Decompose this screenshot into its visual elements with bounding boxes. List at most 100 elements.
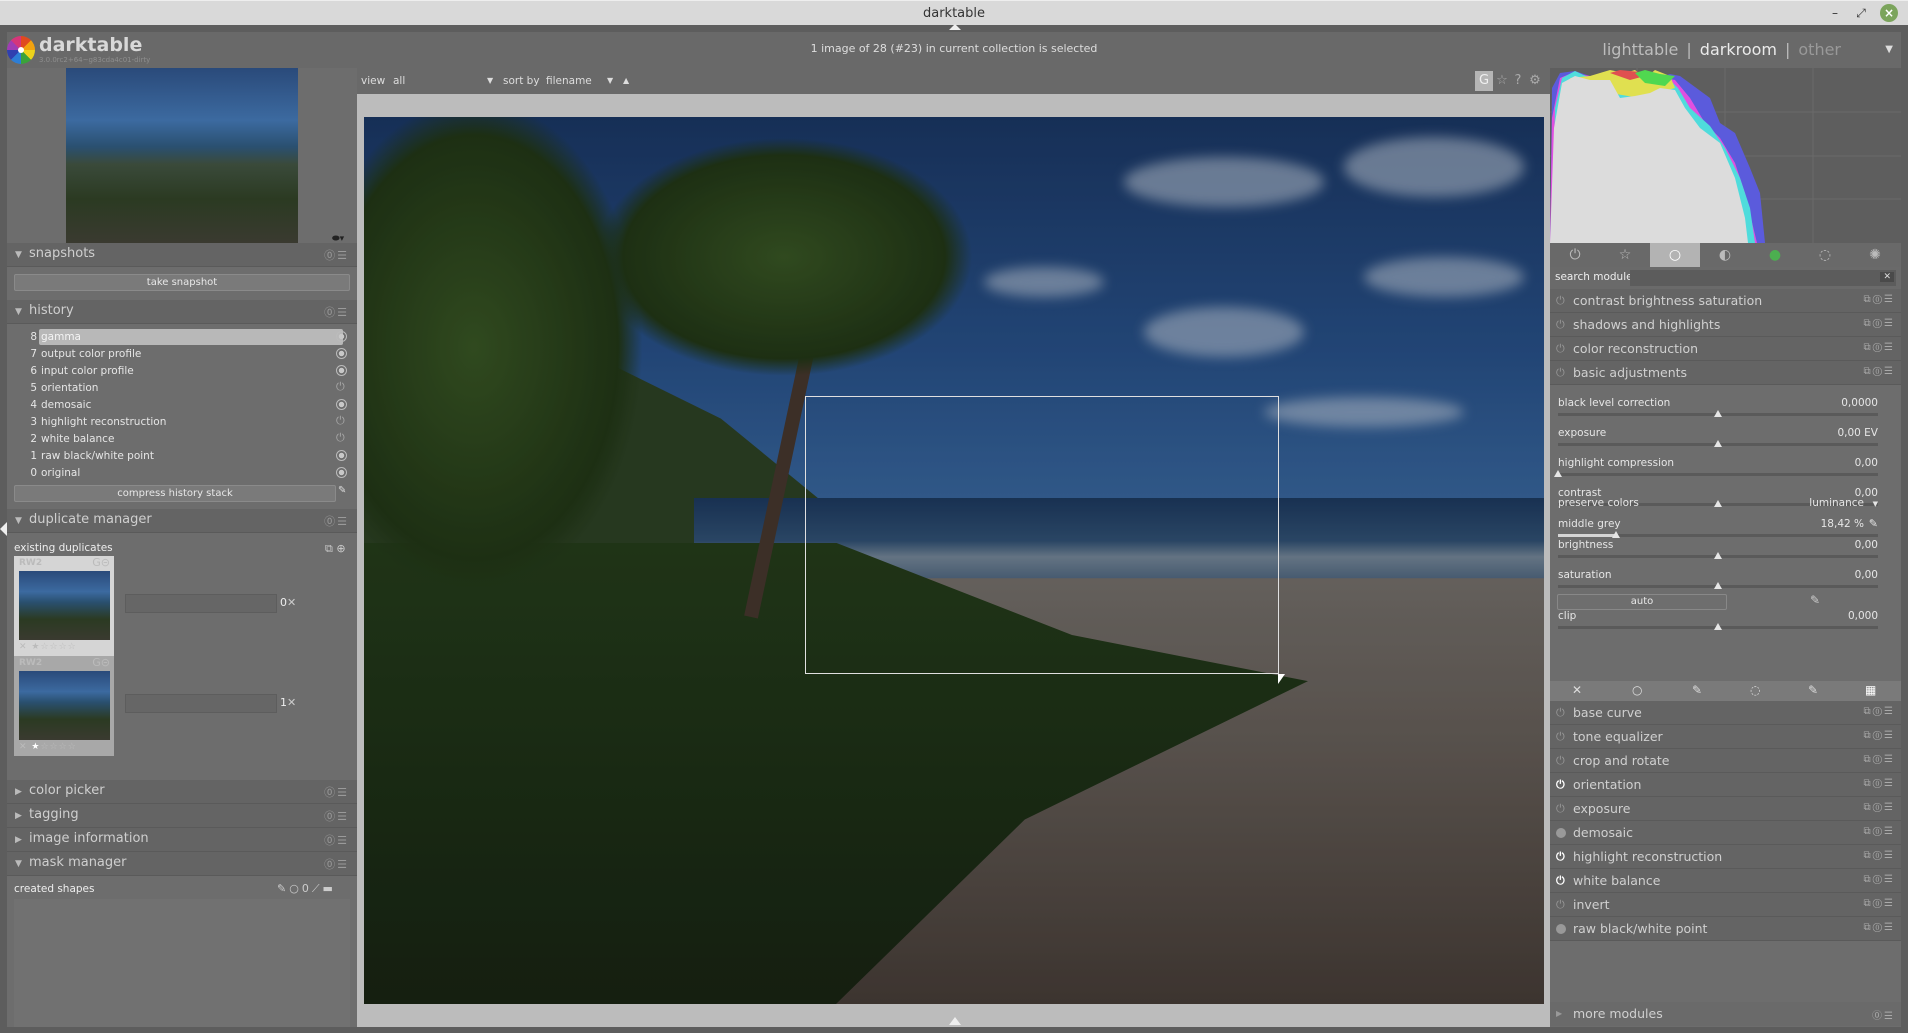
presets-icon[interactable]: ☰ — [1884, 802, 1895, 813]
reset-icon[interactable]: ⓪ — [1873, 874, 1884, 885]
module-header[interactable]: ⏻ contrast brightness saturation ⧉⓪☰ — [1550, 289, 1901, 313]
slider-marker[interactable] — [1714, 582, 1722, 589]
blend-parametric-mask-icon[interactable]: ◌ — [1750, 683, 1760, 697]
left-panel-toggle-arrow[interactable] — [0, 522, 7, 536]
module-header[interactable]: ⏻ color reconstruction ⧉⓪☰ — [1550, 337, 1901, 361]
correct-group-icon[interactable]: ◌ — [1800, 243, 1850, 267]
module-header[interactable]: ⏻ crop and rotate ⧉⓪☰ — [1550, 749, 1901, 773]
history-header[interactable]: ▼ history ⓪☰ — [7, 300, 357, 324]
color-group-icon[interactable]: ● — [1750, 243, 1800, 267]
clear-search-icon[interactable]: ✕ — [1880, 272, 1894, 282]
grouping-icon[interactable]: G — [1475, 71, 1493, 91]
history-item[interactable]: 3 highlight reconstruction ⏻ — [17, 414, 347, 431]
reset-presets-icons[interactable]: ⓪☰ — [324, 304, 349, 320]
auto-color-picker-icon[interactable]: ✎ — [1810, 593, 1820, 607]
presets-icon[interactable]: ☰ — [1884, 778, 1895, 789]
circle-tool-icon[interactable]: ○ — [289, 882, 302, 895]
module-header[interactable]: ⏻ invert ⧉⓪☰ — [1550, 893, 1901, 917]
view-darkroom[interactable]: darkroom — [1700, 40, 1777, 59]
history-step-name[interactable]: input color profile — [39, 363, 343, 379]
duplicate-new-icon[interactable]: ⊕ — [336, 542, 345, 555]
multi-instance-icon[interactable]: ⧉ — [1864, 874, 1873, 885]
presets-icon[interactable]: ☰ — [1884, 318, 1895, 329]
adjustment-slider[interactable]: brightness 0,00 — [1558, 539, 1878, 569]
multi-instance-icon[interactable]: ⧉ — [1864, 754, 1873, 765]
presets-icon[interactable]: ☰ — [1884, 826, 1895, 837]
blend-raster-mask-icon[interactable]: ▦ — [1865, 683, 1876, 697]
histogram[interactable] — [1550, 68, 1901, 243]
slider-track[interactable] — [1558, 473, 1878, 476]
module-header[interactable]: demosaic ⧉⓪☰ — [1550, 821, 1901, 845]
ellipse-tool-icon[interactable]: 0 — [302, 882, 312, 895]
module-header[interactable]: ⏻ basic adjustments ⧉⓪☰ — [1550, 361, 1901, 385]
right-panel-scrollbar[interactable] — [1901, 68, 1908, 1027]
reset-icon[interactable]: ⓪ — [1873, 318, 1884, 329]
power-toggle-icon[interactable]: ⏻ — [1556, 898, 1565, 912]
effect-group-icon[interactable]: ✺ — [1850, 243, 1900, 267]
reset-icon[interactable]: ⓪ — [1873, 922, 1884, 933]
multi-instance-icon[interactable]: ⧉ — [1864, 778, 1873, 789]
group-icon[interactable]: G⊝ — [92, 556, 110, 569]
image-canvas[interactable] — [357, 94, 1550, 1027]
power-toggle-icon[interactable]: ⏻ — [1556, 366, 1565, 380]
color-picker-header[interactable]: ▶ color picker ⓪☰ — [7, 780, 357, 804]
presets-icon[interactable]: ☰ — [1884, 754, 1895, 765]
reset-presets-icons[interactable]: ⓪☰ — [324, 247, 349, 263]
reset-presets-icons[interactable]: ⓪☰ — [324, 856, 349, 872]
presets-icon[interactable]: ☰ — [1884, 706, 1895, 717]
multi-instance-icon[interactable]: ⧉ — [1864, 342, 1873, 353]
history-step-name[interactable]: highlight reconstruction — [39, 414, 343, 430]
header-toggle-arrow[interactable] — [949, 24, 961, 30]
reset-presets-icons[interactable]: ⓪☰ — [324, 513, 349, 529]
presets-icon[interactable]: ☰ — [1884, 922, 1895, 933]
path-tool-icon[interactable]: ✎ — [277, 882, 289, 895]
history-step-name[interactable]: gamma — [39, 329, 343, 345]
multi-instance-icon[interactable]: ⧉ — [1864, 318, 1873, 329]
snapshots-header[interactable]: ▼ snapshots ⓪☰ — [7, 243, 357, 267]
module-header[interactable]: ⏻ white balance ⧉⓪☰ — [1550, 869, 1901, 893]
rating-stars[interactable]: ✕ ★☆☆☆☆ — [19, 742, 77, 752]
multi-instance-icon[interactable]: ⧉ — [1864, 706, 1873, 717]
duplicate-thumbnail[interactable]: RW2 G⊝ ✕ ★☆☆☆☆ — [14, 556, 114, 656]
view-lighttable[interactable]: lighttable — [1602, 40, 1678, 59]
sort-dropdown-icon[interactable]: ▼ — [607, 76, 613, 85]
module-header[interactable]: ⏻ highlight reconstruction ⧉⓪☰ — [1550, 845, 1901, 869]
reset-presets-icons[interactable]: ⓪☰ — [324, 832, 349, 848]
dropdown-arrow-icon[interactable]: ▼ — [1873, 500, 1878, 508]
reset-icon[interactable]: ⓪ — [1873, 898, 1884, 909]
power-toggle-icon[interactable]: ⏻ — [1556, 342, 1565, 356]
history-step-name[interactable]: raw black/white point — [39, 448, 343, 464]
adjustment-slider[interactable]: exposure 0,00 EV — [1558, 427, 1878, 457]
gradient-tool-icon[interactable]: ▬ — [323, 882, 336, 895]
blend-drawn-parametric-icon[interactable]: ✎ — [1808, 683, 1818, 697]
favorites-icon[interactable]: ☆ — [1600, 243, 1650, 267]
duplicate-thumbnail[interactable]: RW2 G⊝ ✕ ★☆☆☆☆ — [14, 656, 114, 756]
view-other[interactable]: other — [1798, 40, 1841, 59]
mask-manager-header[interactable]: ▼ mask manager ⓪☰ — [7, 852, 357, 876]
basic-group-icon[interactable]: ○ — [1650, 243, 1700, 267]
multi-instance-icon[interactable]: ⧉ — [1864, 294, 1873, 305]
presets-icon[interactable]: ☰ — [1884, 730, 1895, 741]
reset-icon[interactable]: ⓪ — [1873, 342, 1884, 353]
minimize-icon[interactable]: – — [1826, 4, 1844, 22]
search-module-input[interactable] — [1630, 270, 1896, 286]
history-item[interactable]: 8 gamma — [17, 329, 347, 346]
slider-marker[interactable] — [1714, 552, 1722, 559]
sort-direction-icon[interactable]: ▲ — [623, 76, 629, 85]
history-item[interactable]: 6 input color profile — [17, 363, 347, 380]
clip-slider[interactable]: clip 0,000 — [1558, 610, 1878, 640]
navigation-thumbnail[interactable] — [66, 68, 298, 243]
presets-icon[interactable]: ☰ — [1884, 342, 1895, 353]
multi-instance-icon[interactable]: ⧉ — [1864, 730, 1873, 741]
duplicate-image[interactable] — [19, 671, 110, 740]
presets-icon[interactable]: ☰ — [1884, 874, 1895, 885]
multi-instance-icon[interactable]: ⧉ — [1864, 802, 1873, 813]
help-icon[interactable]: ? — [1509, 71, 1527, 91]
power-toggle-icon[interactable]: ⏻ — [1556, 754, 1565, 768]
duplicate-version-name-input[interactable] — [125, 694, 277, 713]
power-toggle-icon[interactable]: ⏻ — [1556, 294, 1565, 308]
compress-history-button[interactable]: compress history stack — [14, 485, 336, 502]
history-item[interactable]: 2 white balance ⏻ — [17, 431, 347, 448]
navigation-preview[interactable]: ⬬▾ — [7, 68, 357, 244]
module-header[interactable]: ⏻ tone equalizer ⧉⓪☰ — [1550, 725, 1901, 749]
